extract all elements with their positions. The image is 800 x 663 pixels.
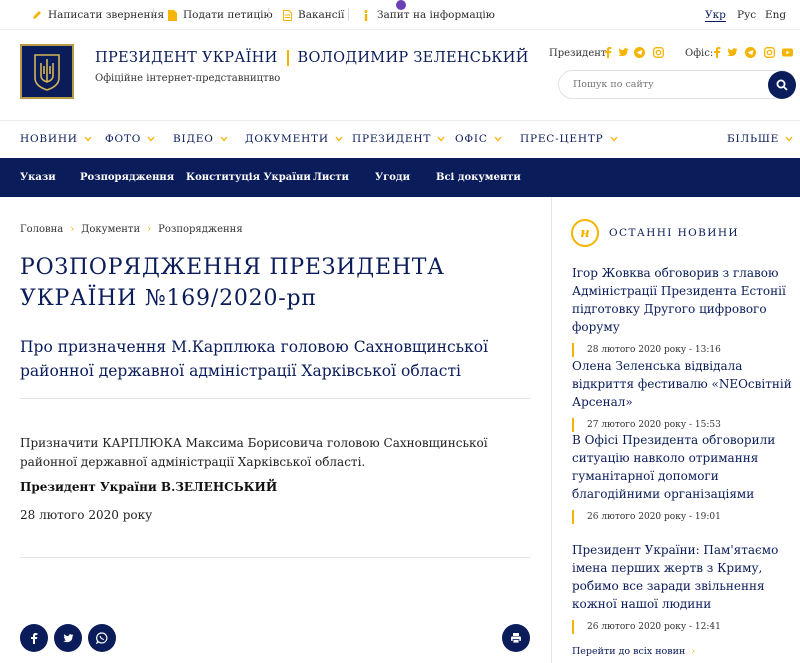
subnav-decrees[interactable]: Укази [20,172,56,183]
breadcrumb-orders[interactable]: Розпорядження [158,224,243,235]
nav-news[interactable]: НОВИНИ [20,133,92,145]
petition-link[interactable]: Подати петицію [167,9,273,21]
subnav-letters[interactable]: Листи [313,172,349,183]
social-president-label: Президент: [549,48,610,59]
subnav-orders[interactable]: Розпорядження [80,172,174,183]
document-signature: Президент України В.ЗЕЛЕНСЬКИЙ [20,480,278,494]
news-time: 28 лютого 2020 року - 13:16 [572,343,798,357]
documents-subnav: Укази Розпорядження Конституція України … [0,158,800,197]
news-item[interactable]: Олена Зеленська відвідала відкриття фест… [572,357,798,432]
twitter-icon[interactable] [618,47,629,58]
nav-more[interactable]: БІЛЬШЕ [727,133,793,145]
news-icon: н [571,219,599,247]
chevron-down-icon [147,136,155,142]
chevron-down-icon [335,136,343,142]
search-input[interactable]: Пошук по сайту [558,70,796,99]
document-body: Призначити КАРПЛЮКА Максима Борисовича г… [20,436,488,469]
lang-ukr[interactable]: Укр [705,9,726,22]
site-title[interactable]: ПРЕЗИДЕНТ УКРАЇНИ ВОЛОДИМИР ЗЕЛЕНСЬКИЙ [95,50,529,66]
facebook-icon[interactable] [603,47,614,58]
nav-press-center[interactable]: ПРЕС-ЦЕНТР [520,133,618,145]
news-time: 26 лютого 2020 року - 12:41 [572,620,798,634]
lang-rus[interactable]: Рус [737,9,756,21]
news-title[interactable]: Президент України: Пам'ятаємо імена перш… [572,541,798,613]
chevron-down-icon [494,136,502,142]
chevron-down-icon [437,136,445,142]
share-twitter-button[interactable] [54,624,82,652]
document-subtitle: Про призначення М.Карплюка головою Сахно… [20,338,489,380]
lang-eng[interactable]: Eng [765,9,786,21]
vacancies-link[interactable]: Вакансії [282,9,344,21]
info-icon [361,9,371,21]
divider [20,557,530,558]
sidebar-divider [551,197,552,663]
nav-video[interactable]: ВІДЕО [173,133,228,145]
instagram-icon[interactable] [653,47,664,58]
news-time: 27 лютого 2020 року - 15:53 [572,418,798,432]
nav-office[interactable]: ОФІС [455,133,502,145]
utility-bar: Написати звернення Подати петицію Ваканс… [0,0,800,30]
chevron-right-icon: › [147,224,152,235]
write-appeal-link[interactable]: Написати звернення [32,9,164,21]
news-title[interactable]: Ігор Жовква обговорив з главою Адміністр… [572,264,798,336]
all-news-link[interactable]: Перейти до всіх новин › [572,646,695,657]
telegram-icon[interactable] [634,47,645,58]
chevron-right-icon: › [70,224,75,235]
nav-photo[interactable]: ФОТО [105,133,155,145]
news-item[interactable]: Президент України: Пам'ятаємо імена перш… [572,541,798,634]
share-whatsapp-button[interactable] [88,624,116,652]
print-button[interactable] [502,624,530,652]
news-item[interactable]: Ігор Жовква обговорив з главою Адміністр… [572,264,798,357]
news-time: 26 лютого 2020 року - 19:01 [572,510,798,524]
file-icon [282,9,292,21]
search-button[interactable] [768,71,796,99]
chevron-down-icon [610,136,618,142]
subnav-all-documents[interactable]: Всі документи [436,172,521,183]
main-navigation: НОВИНИ ФОТО ВІДЕО ДОКУМЕНТИ ПРЕЗИДЕНТ ОФ… [0,120,800,158]
news-title[interactable]: В Офісі Президента обговорили ситуацію н… [572,431,798,503]
nav-documents[interactable]: ДОКУМЕНТИ [245,133,343,145]
printer-icon [511,633,521,644]
pencil-icon [32,10,42,21]
page-title: РОЗПОРЯДЖЕННЯ ПРЕЗИДЕНТА УКРАЇНИ №169/20… [20,255,445,311]
coat-of-arms-logo[interactable] [20,44,74,99]
facebook-icon [30,632,37,644]
office-instagram-icon[interactable] [764,47,775,58]
subnav-agreements[interactable]: Угоди [375,172,410,183]
search-icon [776,79,788,91]
document-icon [167,9,177,21]
info-request-link[interactable]: Запит на інформацію [361,9,495,21]
chevron-right-icon: › [691,646,696,657]
office-twitter-icon[interactable] [727,47,738,58]
twitter-icon [62,633,73,642]
chevron-down-icon [785,136,793,142]
news-title[interactable]: Олена Зеленська відвідала відкриття фест… [572,357,798,411]
latest-news-heading: ОСТАННІ НОВИНИ [609,227,739,239]
whatsapp-icon [96,632,108,644]
news-item[interactable]: В Офісі Президента обговорили ситуацію н… [572,431,798,524]
youtube-icon[interactable] [782,47,793,58]
office-facebook-icon[interactable] [712,47,723,58]
chevron-down-icon [220,136,228,142]
social-office-label: Офіс: [685,48,714,59]
breadcrumb-documents[interactable]: Документи [81,224,140,235]
chevron-down-icon [84,136,92,142]
breadcrumb: Головна › Документи › Розпорядження [20,224,243,235]
nav-president[interactable]: ПРЕЗИДЕНТ [352,133,445,145]
subnav-constitution[interactable]: Конституція України [186,172,311,183]
office-telegram-icon[interactable] [745,47,756,58]
site-subtitle: Офіційне інтернет-представництво [95,73,281,84]
breadcrumb-home[interactable]: Головна [20,224,63,235]
share-facebook-button[interactable] [20,624,48,652]
document-date: 28 лютого 2020 року [20,508,153,522]
divider [20,398,530,399]
